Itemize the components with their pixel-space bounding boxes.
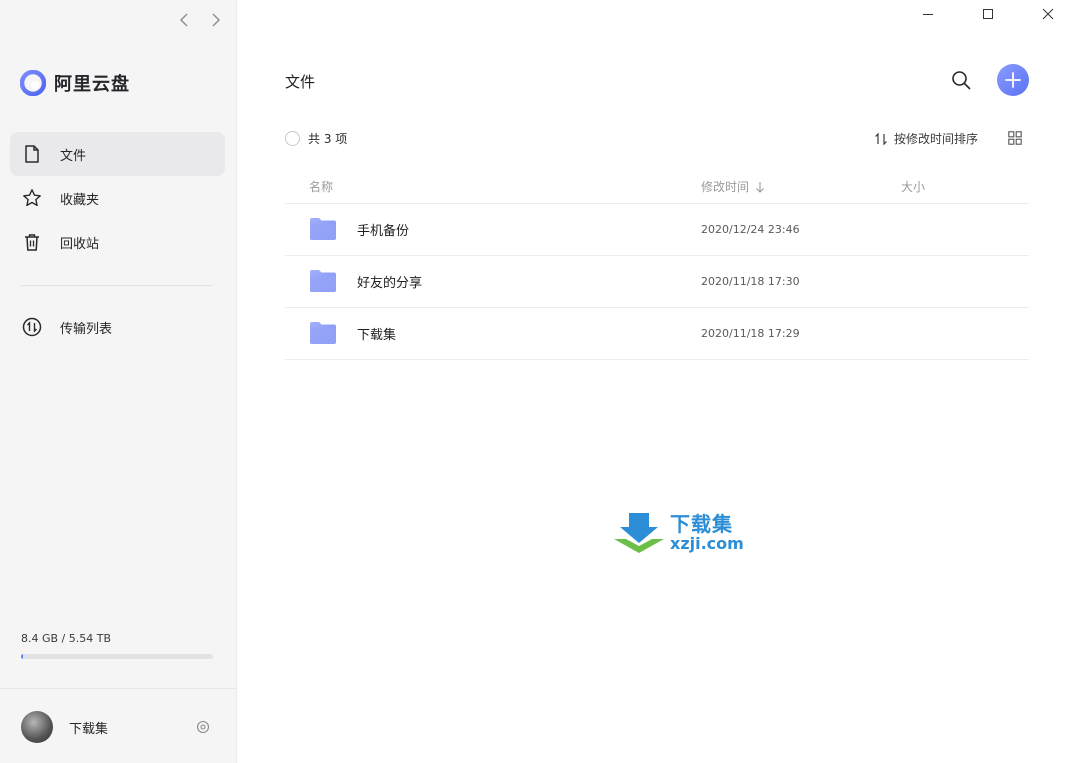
user-name: 下载集 — [69, 721, 109, 737]
storage-text: 8.4 GB / 5.54 TB — [21, 632, 112, 645]
sidebar-item-label: 收藏夹 — [60, 192, 100, 208]
column-header-size[interactable]: 大小 — [901, 178, 925, 195]
sidebar-item-label: 文件 — [60, 148, 87, 164]
watermark-logo-icon — [614, 513, 664, 553]
app-name: 阿里云盘 — [54, 74, 130, 95]
column-header-name[interactable]: 名称 — [309, 178, 333, 195]
folder-icon — [310, 218, 336, 240]
avatar[interactable] — [21, 711, 53, 743]
watermark-text: 下载集 xzji.com — [670, 513, 744, 553]
forward-button[interactable] — [208, 10, 224, 30]
settings-icon[interactable] — [196, 720, 210, 734]
sidebar-nav: 文件 收藏夹 回收站 — [10, 132, 225, 264]
sidebar-item-trash[interactable]: 回收站 — [10, 220, 225, 264]
file-modified-time: 2020/11/18 17:30 — [701, 275, 800, 288]
select-all: 共 3 项 — [285, 130, 347, 147]
window-controls — [898, 0, 1078, 28]
folder-icon — [310, 270, 336, 292]
grid-view-icon[interactable] — [1008, 131, 1022, 145]
watermark: 下载集 xzji.com — [612, 511, 744, 555]
back-button[interactable] — [176, 10, 192, 30]
select-all-checkbox[interactable] — [285, 131, 300, 146]
sidebar-item-transfers[interactable]: 传输列表 — [10, 305, 225, 349]
sort-label: 按修改时间排序 — [894, 132, 979, 146]
column-header-time[interactable]: 修改时间 — [701, 178, 765, 195]
storage-bar — [21, 654, 213, 659]
sidebar-divider — [21, 285, 213, 286]
sidebar-item-favorites[interactable]: 收藏夹 — [10, 176, 225, 220]
column-header-time-label: 修改时间 — [701, 180, 750, 194]
table-row[interactable]: 手机备份 2020/12/24 23:46 — [285, 204, 1029, 256]
chevron-left-icon — [180, 13, 188, 27]
maximize-icon — [983, 9, 993, 19]
close-button[interactable] — [1018, 0, 1078, 28]
transfer-section: 传输列表 — [10, 305, 225, 349]
maximize-button[interactable] — [958, 0, 1018, 28]
user-divider — [0, 688, 237, 689]
storage-bar-fill — [21, 654, 23, 659]
storage-usage: 8.4 GB / 5.54 TB — [21, 632, 213, 659]
search-icon[interactable] — [950, 69, 972, 91]
arrow-down-icon — [756, 181, 764, 193]
table-row[interactable]: 好友的分享 2020/11/18 17:30 — [285, 256, 1029, 308]
file-modified-time: 2020/11/18 17:29 — [701, 327, 800, 340]
close-icon — [1042, 8, 1054, 20]
history-nav — [176, 10, 224, 30]
minimize-icon — [923, 14, 933, 15]
sidebar-item-label: 传输列表 — [60, 321, 113, 337]
file-name: 下载集 — [357, 328, 397, 343]
minimize-button[interactable] — [898, 0, 958, 28]
chevron-right-icon — [212, 13, 220, 27]
sort-icon — [875, 132, 887, 145]
trash-icon — [25, 234, 39, 251]
folder-icon — [310, 322, 336, 344]
sort-button[interactable]: 按修改时间排序 — [874, 130, 978, 147]
file-icon — [25, 145, 39, 163]
watermark-title: 下载集 — [670, 512, 733, 536]
user-profile[interactable]: 下载集 — [21, 711, 108, 743]
app-logo: 阿里云盘 — [20, 70, 130, 96]
transfer-icon — [22, 317, 42, 337]
star-icon — [23, 189, 41, 207]
sidebar-item-files[interactable]: 文件 — [10, 132, 225, 176]
sidebar: 阿里云盘 文件 收藏夹 回收站 传输列表 8.4 GB / 5.54 TB 下载… — [0, 0, 237, 763]
file-name: 好友的分享 — [357, 276, 423, 291]
add-button[interactable] — [997, 64, 1029, 96]
file-modified-time: 2020/12/24 23:46 — [701, 223, 800, 236]
item-count: 共 3 项 — [308, 132, 348, 146]
watermark-site: xzji.com — [670, 534, 744, 553]
sidebar-item-label: 回收站 — [60, 236, 100, 252]
table-header: 名称 修改时间 大小 — [285, 168, 1029, 204]
file-table: 名称 修改时间 大小 手机备份 2020/12/24 23:46 好友的分享 2… — [285, 168, 1029, 360]
logo-icon — [20, 70, 46, 96]
table-row[interactable]: 下载集 2020/11/18 17:29 — [285, 308, 1029, 360]
page-title: 文件 — [285, 73, 316, 91]
plus-icon — [1005, 72, 1021, 88]
file-name: 手机备份 — [357, 224, 410, 239]
